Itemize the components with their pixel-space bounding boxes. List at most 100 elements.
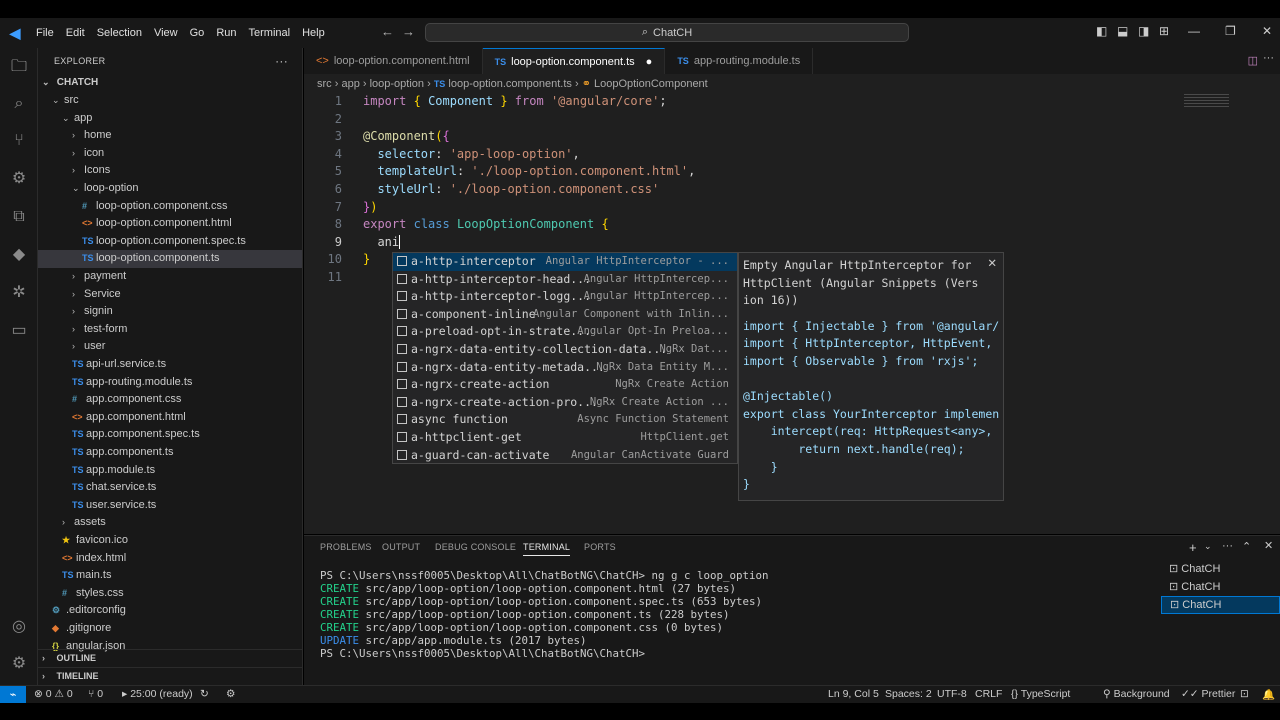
toggle-sidebar-icon[interactable]: ◧	[1096, 24, 1107, 38]
terminal-instance[interactable]: ⊡ ChatCH	[1161, 596, 1280, 614]
breadcrumb-src[interactable]: src	[317, 78, 332, 90]
tree-item[interactable]: TS chat.service.ts	[38, 479, 302, 497]
suggestion-item[interactable]: a-http-interceptor-head... Angular HttpIn…	[393, 271, 737, 289]
tab-problems[interactable]: PROBLEMS	[320, 542, 372, 552]
outline-section[interactable]: › OUTLINE	[38, 649, 302, 667]
restore-icon[interactable]: ❐	[1225, 24, 1236, 38]
breadcrumb-app[interactable]: app	[341, 78, 359, 90]
ports-status[interactable]: ⑂ 0	[88, 688, 103, 700]
close-panel-icon[interactable]: ✕	[1264, 539, 1273, 552]
search-view-icon[interactable]: ⌕	[8, 93, 30, 115]
menu-go[interactable]: Go	[184, 27, 211, 39]
tree-item[interactable]: TS app.module.ts	[38, 462, 302, 480]
run-debug-icon[interactable]: ⚙	[8, 168, 30, 190]
suggestion-item[interactable]: a-ngrx-create-action NgRx Create Action	[393, 376, 737, 394]
python-icon[interactable]: ◆	[8, 244, 30, 266]
tree-item[interactable]: TS app.component.ts	[38, 444, 302, 462]
tree-item[interactable]: ⌄ src	[38, 92, 302, 110]
tab-loop-option-ts[interactable]: TS loop-option.component.ts ●	[482, 48, 666, 74]
chat-icon[interactable]: ▭	[8, 320, 30, 342]
tree-item[interactable]: TS api-url.service.ts	[38, 356, 302, 374]
suggestion-item[interactable]: a-ngrx-data-entity-metada... NgRx Data En…	[393, 359, 737, 377]
terminal-instance[interactable]: ⊡ ChatCH	[1161, 561, 1280, 579]
menu-terminal[interactable]: Terminal	[243, 27, 297, 39]
suggestion-item[interactable]: a-ngrx-data-entity-collection-data... NgR…	[393, 341, 737, 359]
task-status[interactable]: ▸ 25:00 (ready)	[122, 688, 193, 700]
language-mode[interactable]: {} TypeScript	[1011, 688, 1070, 700]
tree-item[interactable]: TS app-routing.module.ts	[38, 374, 302, 392]
suggestion-item[interactable]: async function Async Function Statement	[393, 411, 737, 429]
settings-sync-icon[interactable]: ✲	[8, 282, 30, 304]
eol[interactable]: CRLF	[975, 688, 1002, 700]
menu-help[interactable]: Help	[296, 27, 331, 39]
problems-status[interactable]: ⊗ 0 ⚠ 0	[34, 688, 73, 700]
suggestion-item[interactable]: a-httpclient-get HttpClient.get	[393, 429, 737, 447]
breadcrumb-loop-option[interactable]: loop-option	[370, 78, 424, 90]
cursor-position[interactable]: Ln 9, Col 5	[828, 688, 879, 700]
workspace-root[interactable]: ⌄ CHATCH	[38, 74, 302, 92]
copilot-icon[interactable]: ⊡	[1240, 688, 1249, 700]
tree-item[interactable]: › assets	[38, 514, 302, 532]
new-terminal-icon[interactable]: +	[1189, 540, 1197, 555]
chevron-down-icon[interactable]: ⌄	[1204, 541, 1212, 552]
toggle-panel-icon[interactable]: ⬓	[1117, 24, 1128, 38]
customize-layout-icon[interactable]: ⊞	[1159, 24, 1169, 38]
menu-edit[interactable]: Edit	[60, 27, 91, 39]
unsaved-dot-icon[interactable]: ●	[646, 56, 653, 68]
menu-selection[interactable]: Selection	[91, 27, 148, 39]
maximize-panel-icon[interactable]: ⌃	[1242, 540, 1251, 553]
breadcrumb-file[interactable]: loop-option.component.ts	[448, 78, 572, 90]
manage-gear-icon[interactable]: ⚙	[8, 653, 30, 675]
tree-item[interactable]: <> index.html	[38, 550, 302, 568]
extensions-icon[interactable]: ⧉	[8, 206, 30, 228]
toggle-secondary-sidebar-icon[interactable]: ◨	[1138, 24, 1149, 38]
suggestion-item[interactable]: a-guard-can-activate Angular CanActivate …	[393, 447, 737, 465]
suggestion-item[interactable]: a-ngrx-create-action-pro... NgRx Create A…	[393, 394, 737, 412]
breadcrumb-symbol[interactable]: LoopOptionComponent	[594, 78, 708, 90]
tree-item[interactable]: # loop-option.component.css	[38, 198, 302, 216]
forward-arrow-icon[interactable]: →	[402, 24, 415, 39]
tree-item[interactable]: TS loop-option.component.spec.ts	[38, 233, 302, 251]
menu-file[interactable]: File	[30, 27, 60, 39]
terminal-instance[interactable]: ⊡ ChatCH	[1161, 579, 1280, 597]
tab-debug-console[interactable]: DEBUG CONSOLE	[435, 542, 516, 552]
indentation[interactable]: Spaces: 2	[885, 688, 932, 700]
tree-item[interactable]: ⌄ app	[38, 110, 302, 128]
background-status[interactable]: ⚲ Background	[1103, 688, 1170, 700]
tree-item[interactable]: <> loop-option.component.html	[38, 215, 302, 233]
minimize-icon[interactable]: —	[1188, 24, 1200, 38]
tab-output[interactable]: OUTPUT	[382, 542, 420, 552]
tab-terminal[interactable]: TERMINAL	[523, 542, 571, 556]
remote-icon[interactable]: ⌁	[0, 686, 26, 704]
tree-item[interactable]: › Icons	[38, 162, 302, 180]
tree-item[interactable]: TS user.service.ts	[38, 497, 302, 515]
accounts-icon[interactable]: ◎	[8, 616, 30, 638]
back-arrow-icon[interactable]: ←	[381, 24, 394, 39]
tree-item[interactable]: › user	[38, 338, 302, 356]
tree-item[interactable]: <> app.component.html	[38, 409, 302, 427]
tree-item[interactable]: › home	[38, 127, 302, 145]
refresh-icon[interactable]: ↻	[200, 688, 209, 700]
menu-view[interactable]: View	[148, 27, 184, 39]
more-actions-icon[interactable]: ···	[275, 54, 288, 68]
tab-loop-option-html[interactable]: <> loop-option.component.html	[304, 48, 483, 74]
tab-ports[interactable]: PORTS	[584, 542, 616, 552]
close-window-icon[interactable]: ✕	[1262, 24, 1272, 38]
menu-run[interactable]: Run	[210, 27, 242, 39]
tree-item[interactable]: TS main.ts	[38, 567, 302, 585]
tree-item[interactable]: › signin	[38, 303, 302, 321]
encoding[interactable]: UTF-8	[937, 688, 967, 700]
source-control-icon[interactable]: ⑂	[8, 130, 30, 152]
suggestion-item[interactable]: a-http-interceptor Angular HttpIntercepto…	[393, 253, 737, 271]
tree-item[interactable]: TS app.component.spec.ts	[38, 426, 302, 444]
tree-item[interactable]: TS loop-option.component.ts	[38, 250, 302, 268]
tree-item[interactable]: ◆ .gitignore	[38, 620, 302, 638]
suggestion-item[interactable]: a-preload-opt-in-strate... Angular Opt-In…	[393, 323, 737, 341]
tree-item[interactable]: ⌄ loop-option	[38, 180, 302, 198]
minimap[interactable]	[1184, 94, 1229, 108]
tree-item[interactable]: › icon	[38, 145, 302, 163]
suggestion-item[interactable]: a-http-interceptor-logg... Angular HttpIn…	[393, 288, 737, 306]
tab-app-routing-module[interactable]: TS app-routing.module.ts	[665, 48, 814, 74]
more-actions-icon[interactable]: ···	[1263, 52, 1274, 64]
notifications-icon[interactable]: 🔔	[1262, 688, 1275, 701]
